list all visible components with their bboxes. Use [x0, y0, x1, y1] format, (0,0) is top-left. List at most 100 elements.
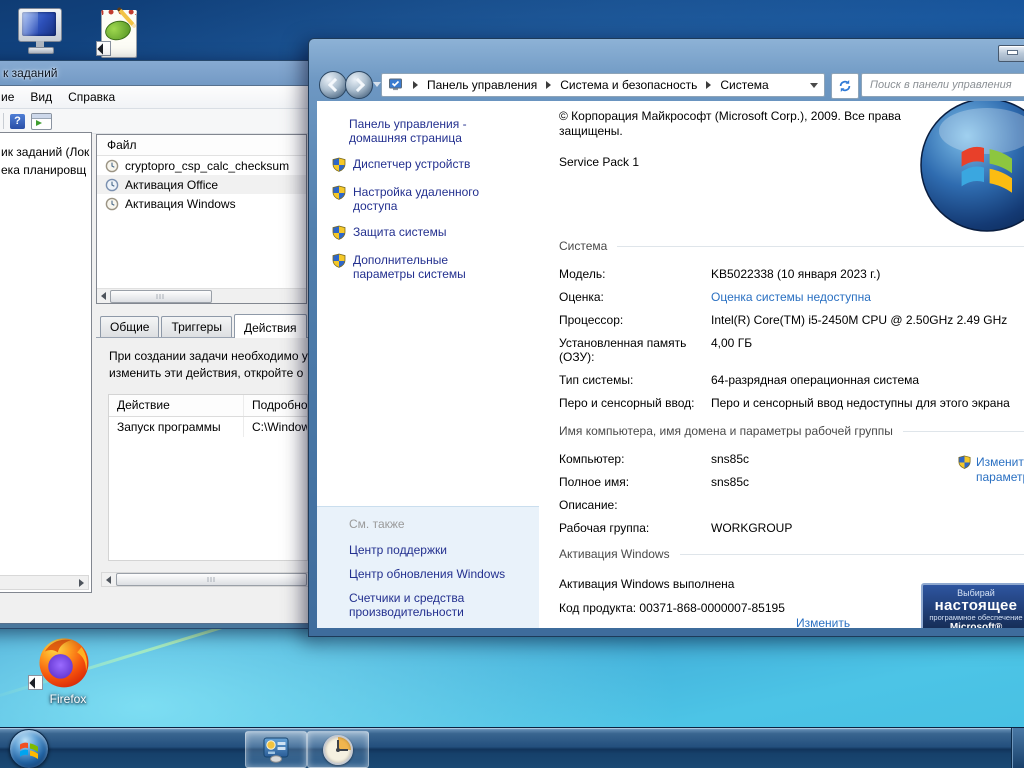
tree-pane: ик заданий (Лок ека планировщ: [0, 132, 92, 593]
link-line: параметры: [976, 470, 1024, 484]
section-title: Система: [559, 239, 607, 253]
column-header-details[interactable]: Подробности: [243, 395, 307, 416]
row-label: Оценка:: [559, 290, 711, 304]
table-row[interactable]: Запуск программы C:\Windows\: [109, 417, 307, 437]
menu-item-action[interactable]: ие: [1, 86, 14, 108]
play-icon: [36, 120, 42, 126]
help-icon[interactable]: ?: [10, 114, 25, 129]
badge-line: настоящее: [923, 598, 1024, 613]
section-title: Имя компьютера, имя домена и параметры р…: [559, 424, 893, 438]
scrollbar-thumb[interactable]: [116, 573, 307, 586]
uac-shield-icon: [331, 225, 347, 241]
tab-general[interactable]: Общие: [100, 316, 159, 337]
change-settings-link[interactable]: Изменить параметры: [957, 455, 1024, 485]
detail-tabs: Общие Триггеры Действия Условия: [96, 314, 308, 338]
sidebar-item-remote-settings[interactable]: Настройка удаленного доступа: [331, 185, 539, 213]
info-row-full-name: Полное имя: sns85c: [559, 475, 1024, 489]
sidebar-link-label: Диспетчер устройств: [353, 157, 505, 173]
section-activation: Активация Windows: [559, 547, 1024, 561]
info-row-system-type: Тип системы: 64-разрядная операционная с…: [559, 373, 1024, 387]
breadcrumb-control-panel[interactable]: Панель управления: [427, 78, 537, 92]
sidebar: Панель управления - домашняя страница Ди…: [317, 101, 539, 628]
sidebar-item-action-center[interactable]: Центр поддержки: [349, 543, 514, 557]
task-name: Активация Windows: [125, 197, 236, 211]
row-value: Перо и сенсорный ввод недоступны для это…: [711, 396, 1024, 410]
sidebar-item-device-manager[interactable]: Диспетчер устройств: [331, 157, 539, 173]
tree-horizontal-scrollbar[interactable]: [0, 575, 89, 590]
actions-horizontal-scrollbar[interactable]: [101, 572, 309, 587]
info-row-rating: Оценка: Оценка системы недоступна: [559, 290, 1024, 304]
minimize-icon: [1007, 50, 1018, 55]
console-window-icon[interactable]: [31, 113, 52, 130]
breadcrumb-system-security[interactable]: Система и безопасность: [560, 78, 697, 92]
notepad-shortcut-icon[interactable]: [96, 8, 142, 56]
sidebar-item-home[interactable]: Панель управления - домашняя страница: [349, 117, 539, 145]
chevron-right-icon: [413, 81, 418, 89]
tree-item-task-scheduler[interactable]: ик заданий (Лок: [0, 133, 91, 161]
computer-name-rows: Компьютер: sns85c Полное имя: sns85c Опи…: [559, 452, 1024, 535]
scrollbar-left-arrow[interactable]: [97, 290, 110, 303]
task-list-item[interactable]: cryptopro_csp_calc_checksum: [97, 156, 306, 175]
recent-pages-dropdown-icon[interactable]: [373, 82, 381, 87]
copyright-text: © Корпорация Майкрософт (Microsoft Corp.…: [559, 109, 959, 139]
section-computer-name: Имя компьютера, имя домена и параметры р…: [559, 424, 1024, 438]
info-row-workgroup: Рабочая группа: WORKGROUP: [559, 521, 1024, 535]
info-row-processor: Процессор: Intel(R) Core(TM) i5-2450M CP…: [559, 313, 1024, 327]
task-name: Активация Office: [125, 178, 218, 192]
shortcut-overlay: [96, 41, 111, 56]
file-list-horizontal-scrollbar[interactable]: [97, 288, 306, 303]
start-button[interactable]: [9, 729, 49, 768]
search-input[interactable]: [861, 73, 1024, 97]
rating-unavailable-link[interactable]: Оценка системы недоступна: [711, 290, 1024, 304]
scrollbar-right-arrow[interactable]: [75, 576, 88, 589]
actions-table: Действие Подробности Запуск программы C:…: [108, 394, 308, 561]
see-also-panel: См. также Центр поддержки Центр обновлен…: [317, 506, 539, 628]
sidebar-item-performance-tools[interactable]: Счетчики и средства производительности: [349, 591, 514, 619]
chevron-right-icon: [546, 81, 551, 89]
task-name: cryptopro_csp_calc_checksum: [125, 159, 289, 173]
home-link-line: Панель управления -: [349, 117, 539, 131]
scrollbar-thumb[interactable]: [110, 290, 212, 303]
menu-item-help[interactable]: Справка: [68, 86, 115, 108]
clock-icon: [105, 178, 119, 192]
sidebar-item-system-protection[interactable]: Защита системы: [331, 225, 539, 241]
section-title: Активация Windows: [559, 547, 670, 561]
screen: Firefox к заданий ие Вид Справка ? ик за…: [0, 0, 1024, 768]
breadcrumb[interactable]: Панель управления Система и безопасность…: [381, 73, 825, 97]
refresh-button[interactable]: [831, 73, 859, 99]
back-button[interactable]: [319, 71, 347, 99]
back-arrow-icon: [327, 78, 341, 92]
task-list-item[interactable]: Активация Office: [97, 175, 306, 194]
sidebar-item-advanced-settings[interactable]: Дополнительные параметры системы: [331, 253, 539, 281]
uac-shield-icon: [331, 185, 347, 201]
task-scheduler-taskbar-button[interactable]: [307, 731, 369, 768]
sidebar-item-windows-update[interactable]: Центр обновления Windows: [349, 567, 514, 581]
refresh-icon: [838, 79, 852, 93]
tree-item-scheduler-library[interactable]: ека планировщ: [0, 161, 91, 179]
minimize-button[interactable]: [998, 45, 1024, 62]
forward-button[interactable]: [345, 71, 373, 99]
address-bar: Панель управления Система и безопасность…: [309, 69, 1024, 101]
control-panel-taskbar-button[interactable]: [245, 731, 307, 768]
tab-actions[interactable]: Действия: [234, 314, 307, 338]
row-label: Процессор:: [559, 313, 711, 327]
firefox-desktop-icon[interactable]: Firefox: [26, 634, 110, 706]
menu-item-view[interactable]: Вид: [30, 86, 52, 108]
breadcrumb-system[interactable]: Система: [720, 78, 768, 92]
chevron-down-icon[interactable]: [810, 83, 818, 88]
monitor-base: [28, 47, 54, 54]
column-header-action[interactable]: Действие: [109, 395, 243, 416]
firefox-icon-label: Firefox: [26, 692, 110, 706]
scrollbar-left-arrow[interactable]: [102, 573, 115, 586]
change-product-key-link[interactable]: Изменить ключ продукта: [796, 615, 877, 628]
details-cell: C:\Windows\: [243, 417, 307, 437]
forward-arrow-icon: [350, 78, 364, 92]
column-header-file[interactable]: Файл: [97, 135, 306, 156]
show-desktop-button[interactable]: [1011, 728, 1024, 768]
computer-desktop-icon[interactable]: [16, 6, 64, 54]
tab-triggers[interactable]: Триггеры: [161, 316, 232, 337]
genuine-microsoft-badge[interactable]: Выбирай настоящее программное обеспечени…: [921, 583, 1024, 628]
task-list-item[interactable]: Активация Windows: [97, 194, 306, 213]
row-value: KB5022338 (10 января 2023 г.): [711, 267, 1024, 281]
window-title: к заданий: [0, 61, 313, 85]
